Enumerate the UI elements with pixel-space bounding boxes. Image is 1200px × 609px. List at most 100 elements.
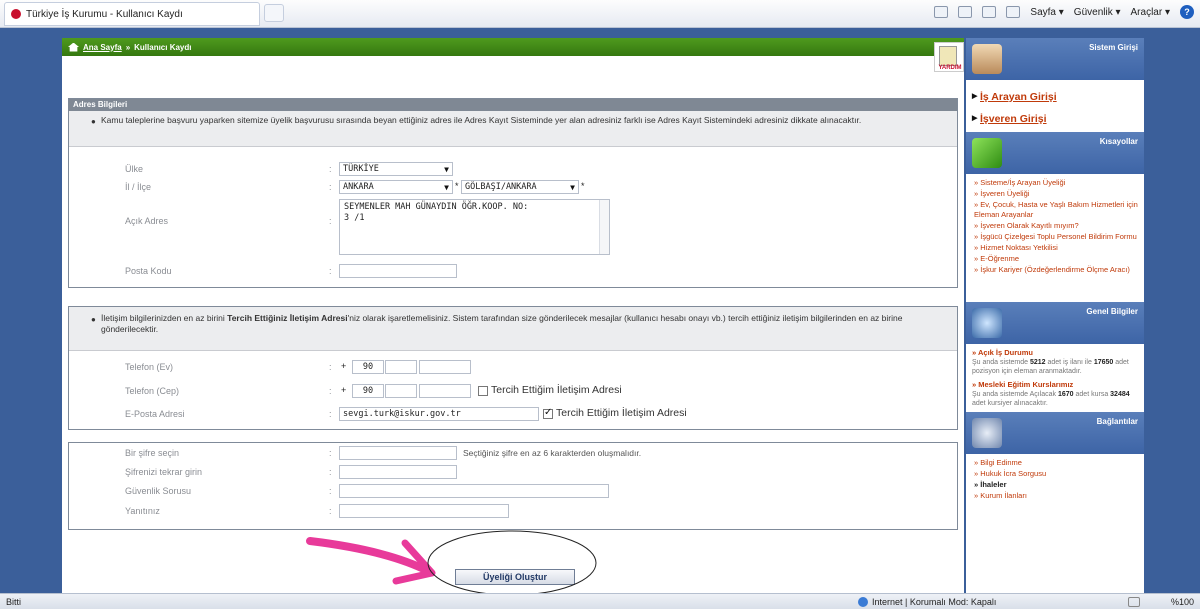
- globe-icon: [858, 597, 868, 607]
- mail-icon[interactable]: [982, 6, 997, 18]
- links-title: Bağlantılar: [1096, 417, 1138, 426]
- login-links: İş Arayan Girişi İşveren Girişi: [966, 80, 1144, 132]
- help-badge-label: YARDIM: [938, 65, 962, 71]
- status-bar: Bitti Internet | Korumalı Mod: Kapalı %1…: [0, 593, 1200, 609]
- open-jobs-title[interactable]: » Açık İş Durumu: [972, 348, 1033, 357]
- breadcrumb: Ana Sayfa » Kullanıcı Kaydı: [62, 38, 964, 56]
- print-icon[interactable]: [1006, 6, 1021, 18]
- shortcut-link[interactable]: » İşgücü Çizelgesi Toplu Personel Bildir…: [974, 232, 1138, 242]
- mobile-phone-row: Telefon (Cep) : + 90 Tercih Ettiğim İlet…: [125, 384, 622, 398]
- login-panel-header: Sistem Girişi: [966, 38, 1144, 80]
- favicon-icon: [11, 9, 21, 19]
- link-item[interactable]: » Hukuk İcra Sorgusu: [974, 469, 1138, 479]
- country-select[interactable]: TÜRKİYE ▼: [339, 162, 453, 176]
- password-label: Bir şifre seçin: [125, 448, 180, 458]
- link-item[interactable]: » İhaleler: [974, 480, 1138, 490]
- security-question-row: Güvenlik Sorusu :: [69, 483, 957, 499]
- email-row: E-Posta Adresi : sevgi.turk@iskur.gov.tr…: [69, 406, 957, 422]
- address-section-title: Adres Bilgileri: [69, 99, 957, 111]
- answer-label: Yanıtınız: [125, 506, 160, 516]
- district-select[interactable]: GÖLBAŞI/ANKARA ▼: [461, 180, 579, 194]
- breadcrumb-home-link[interactable]: Ana Sayfa: [83, 43, 122, 52]
- courses-title[interactable]: » Mesleki Eğitim Kurslarımız: [972, 380, 1073, 389]
- postal-label: Posta Kodu: [125, 266, 172, 276]
- breadcrumb-current: Kullanıcı Kaydı: [134, 42, 192, 52]
- postal-row: Posta Kodu :: [69, 263, 957, 279]
- answer-input[interactable]: [339, 504, 509, 518]
- repeat-password-input[interactable]: [339, 465, 457, 479]
- shortcut-link[interactable]: » İşkur Kariyer (Özdeğerlendirme Ölçme A…: [974, 265, 1138, 275]
- shortcut-link[interactable]: » Hizmet Noktası Yetkilisi: [974, 243, 1138, 253]
- zoom-icon[interactable]: [1128, 597, 1140, 607]
- email-input[interactable]: sevgi.turk@iskur.gov.tr: [339, 407, 539, 421]
- page-background: Ana Sayfa » Kullanıcı Kaydı YARDIM Adres…: [0, 28, 1200, 596]
- bullet-icon: ●: [91, 117, 96, 126]
- bullet-icon: ●: [91, 315, 96, 324]
- browser-toolbar: Türkiye İş Kurumu - Kullanıcı Kaydı Sayf…: [0, 0, 1200, 28]
- shortcuts-list: » Sisteme/İş Arayan Üyeliği » İşveren Üy…: [966, 174, 1144, 278]
- city-row: İl / İlçe : ANKARA ▼ * GÖLBAŞI/ANKARA ▼ …: [125, 180, 585, 194]
- security-question-input[interactable]: [339, 484, 609, 498]
- checkmark-icon: [972, 138, 1002, 168]
- links-header: Bağlantılar: [966, 412, 1144, 454]
- home-area-code-input[interactable]: [385, 360, 417, 374]
- help-badge[interactable]: YARDIM: [934, 42, 964, 72]
- breadcrumb-separator: »: [125, 42, 131, 52]
- chevron-down-icon: ▼: [444, 165, 449, 174]
- mobile-preferred-label: Tercih Ettiğim İletişim Adresi: [491, 384, 622, 396]
- zoom-level[interactable]: %100: [1171, 597, 1194, 607]
- required-mark: *: [455, 181, 459, 191]
- shortcut-link[interactable]: » Sisteme/İş Arayan Üyeliği: [974, 178, 1138, 188]
- address-note-text: Kamu taleplerine başvuru yaparken sitemi…: [101, 115, 862, 125]
- shortcut-link[interactable]: » İşveren Üyeliği: [974, 189, 1138, 199]
- document-icon: [939, 46, 957, 66]
- tab-title: Türkiye İş Kurumu - Kullanıcı Kaydı: [26, 8, 183, 20]
- home-icon[interactable]: [934, 6, 949, 18]
- scrollbar[interactable]: [599, 200, 609, 254]
- people-icon: [972, 44, 1002, 74]
- employer-login-link[interactable]: İşveren Girişi: [972, 108, 1144, 130]
- main-content: Ana Sayfa » Kullanıcı Kaydı YARDIM Adres…: [62, 38, 964, 593]
- help-icon[interactable]: ?: [1180, 5, 1194, 19]
- address-note: ● Kamu taleplerine başvuru yaparken site…: [69, 111, 957, 147]
- browser-tab[interactable]: Türkiye İş Kurumu - Kullanıcı Kaydı: [4, 2, 260, 26]
- mobile-area-code-input[interactable]: [385, 384, 417, 398]
- tools-menu[interactable]: Araçlar ▾: [1131, 7, 1170, 18]
- contact-section: ● İletişim bilgilerinizden en az birini …: [68, 306, 958, 430]
- security-zone: Internet | Korumalı Mod: Kapalı: [858, 597, 996, 607]
- feeds-icon[interactable]: [958, 6, 973, 18]
- postal-input[interactable]: [339, 264, 457, 278]
- country-label: Ülke: [125, 164, 144, 174]
- courses-info: » Mesleki Eğitim Kurslarımız Şu anda sis…: [972, 380, 1130, 407]
- jobseeker-login-link[interactable]: İş Arayan Girişi: [972, 86, 1144, 108]
- address-section: Adres Bilgileri ● Kamu taleplerine başvu…: [68, 98, 958, 288]
- home-country-code-input[interactable]: 90: [352, 360, 384, 374]
- link-item[interactable]: » Kurum İlanları: [974, 491, 1138, 501]
- mobile-country-code-input[interactable]: 90: [352, 384, 384, 398]
- home-phone-label: Telefon (Ev): [125, 362, 174, 372]
- mobile-number-input[interactable]: [419, 384, 471, 398]
- shortcut-link[interactable]: » E-Öğrenme: [974, 254, 1138, 264]
- page-menu[interactable]: Sayfa ▾: [1030, 7, 1063, 18]
- country-row: Ülke : TÜRKİYE ▼: [69, 161, 957, 177]
- new-tab-button[interactable]: [264, 4, 284, 22]
- home-number-input[interactable]: [419, 360, 471, 374]
- home-icon[interactable]: [68, 42, 79, 52]
- password-section: Bir şifre seçin : Seçtiğiniz şifre en az…: [68, 442, 958, 530]
- shortcut-link[interactable]: » İşveren Olarak Kayıtlı mıyım?: [974, 221, 1138, 231]
- links-list: » Bilgi Edinme » Hukuk İcra Sorgusu » İh…: [966, 454, 1144, 504]
- shortcuts-header: Kısayollar: [966, 132, 1144, 174]
- general-info-title: Genel Bilgiler: [1086, 307, 1138, 316]
- address-textarea[interactable]: SEYMENLER MAH GÜNAYDIN ÖĞR.KOOP. NO: 3 /…: [339, 199, 610, 255]
- create-membership-button[interactable]: Üyeliği Oluştur: [455, 569, 575, 585]
- link-item[interactable]: » Bilgi Edinme: [974, 458, 1138, 468]
- email-preferred-checkbox[interactable]: [543, 407, 553, 419]
- security-menu[interactable]: Güvenlik ▾: [1074, 7, 1121, 18]
- chevron-down-icon: ▼: [444, 183, 449, 192]
- command-bar: Sayfa ▾ Güvenlik ▾ Araçlar ▾ ?: [934, 5, 1194, 19]
- shortcut-link[interactable]: » Ev, Çocuk, Hasta ve Yaşlı Bakım Hizmet…: [974, 200, 1138, 220]
- password-input[interactable]: [339, 446, 457, 460]
- status-text: Bitti: [6, 597, 22, 607]
- mobile-preferred-checkbox[interactable]: [478, 386, 488, 396]
- city-select[interactable]: ANKARA ▼: [339, 180, 453, 194]
